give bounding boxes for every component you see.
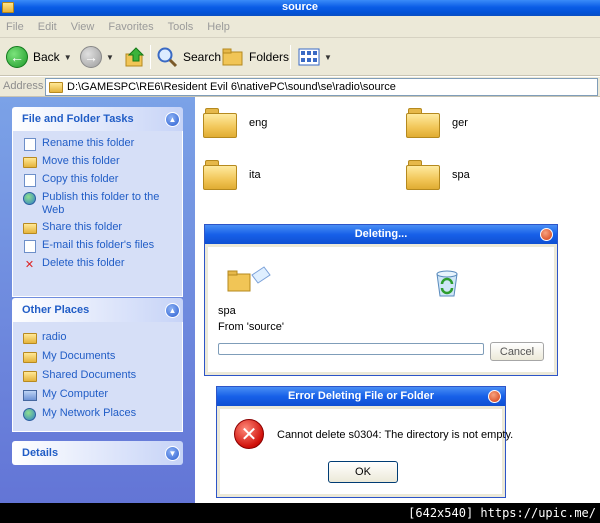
menu-help[interactable]: Help (207, 21, 230, 33)
close-icon[interactable] (540, 228, 553, 241)
folders-button[interactable]: Folders (222, 38, 289, 76)
forward-arrow-icon: → (80, 46, 102, 68)
error-icon: ✕ (234, 419, 264, 449)
close-icon[interactable] (488, 390, 501, 403)
back-arrow-icon: ← (6, 46, 28, 68)
task-move-folder[interactable]: Move this folder (22, 155, 176, 169)
copy-icon (22, 173, 37, 187)
folder-icon (22, 369, 37, 383)
views-icon (298, 48, 320, 66)
up-folder-button[interactable] (124, 38, 146, 76)
task-delete-folder[interactable]: ✕ Delete this folder (22, 257, 176, 271)
task-email-files[interactable]: E-mail this folder's files (22, 239, 176, 253)
task-pane: File and Folder Tasks ▲ Rename this fold… (0, 97, 195, 503)
dialog-title-bar[interactable]: Deleting... (205, 225, 557, 244)
window-title: source (281, 1, 319, 13)
collapse-icon[interactable]: ▲ (165, 302, 180, 318)
folder-icon (203, 108, 237, 138)
menu-tools[interactable]: Tools (168, 21, 194, 33)
publish-icon (22, 191, 37, 205)
email-icon (22, 239, 37, 253)
address-path: D:\GAMESPC\RE6\Resident Evil 6\nativePC\… (67, 81, 396, 93)
chevron-down-icon[interactable]: ▼ (106, 53, 114, 62)
ok-button[interactable]: OK (328, 461, 398, 483)
place-my-computer[interactable]: My Computer (22, 388, 176, 402)
folders-icon (222, 48, 243, 66)
folder-icon (49, 81, 63, 93)
panel-header[interactable]: File and Folder Tasks ▲ (12, 107, 183, 131)
address-label: Address (3, 80, 44, 92)
collapse-icon[interactable]: ▲ (165, 111, 180, 127)
flying-folder-icon (227, 266, 271, 292)
file-folder-tasks-panel: File and Folder Tasks ▲ Rename this fold… (12, 107, 183, 297)
place-shared-documents[interactable]: Shared Documents (22, 369, 176, 383)
folder-icon (22, 331, 37, 345)
address-input[interactable]: D:\GAMESPC\RE6\Resident Evil 6\nativePC\… (45, 78, 598, 96)
chevron-down-icon[interactable]: ▼ (64, 53, 72, 62)
deleting-source: From 'source' (218, 321, 284, 333)
share-icon (22, 221, 37, 235)
folder-ger[interactable]: ger (406, 108, 468, 138)
other-places-panel: Other Places ▲ radio My Documents Shared… (12, 298, 183, 432)
place-my-network-places[interactable]: My Network Places (22, 407, 176, 421)
watermark-text: [642x540] https://upic.me/ (408, 506, 596, 520)
menu-view[interactable]: View (71, 21, 95, 33)
folder-icon (406, 108, 440, 138)
move-icon (22, 155, 37, 169)
deleting-item-name: spa (218, 305, 236, 317)
back-button[interactable]: ← Back ▼ (6, 38, 72, 76)
network-icon (22, 407, 37, 421)
menu-favorites[interactable]: Favorites (108, 21, 153, 33)
task-rename-folder[interactable]: Rename this folder (22, 137, 176, 151)
panel-header[interactable]: Other Places ▲ (12, 298, 183, 322)
menu-edit[interactable]: Edit (38, 21, 57, 33)
computer-icon (22, 388, 37, 402)
error-dialog: Error Deleting File or Folder ✕ Cannot d… (216, 386, 513, 498)
toolbar: ← Back ▼ → ▼ Search Folders ▼ (0, 38, 600, 76)
recycle-bin-icon (436, 270, 458, 297)
folder-spa[interactable]: spa (406, 160, 470, 190)
up-folder-icon (125, 47, 145, 67)
task-publish-folder[interactable]: Publish this folder to the Web (22, 191, 176, 217)
error-message: Cannot delete s0304: The directory is no… (277, 429, 514, 441)
title-bar[interactable]: source (0, 0, 600, 16)
chevron-down-icon[interactable]: ▼ (324, 53, 332, 62)
views-button[interactable]: ▼ (298, 38, 332, 76)
place-my-documents[interactable]: My Documents (22, 350, 176, 364)
task-share-folder[interactable]: Share this folder (22, 221, 176, 235)
deleting-dialog: Deleting... spa From 'source' Cancel (204, 224, 558, 376)
forward-button[interactable]: → ▼ (80, 38, 114, 76)
address-bar: Address D:\GAMESPC\RE6\Resident Evil 6\n… (0, 77, 600, 97)
delete-progress-bar (218, 343, 484, 355)
menu-file[interactable]: File (6, 21, 24, 33)
explorer-window: source File Edit View Favorites Tools He… (0, 0, 600, 503)
dialog-title-bar[interactable]: Error Deleting File or Folder (217, 387, 505, 406)
place-radio[interactable]: radio (22, 331, 176, 345)
rename-icon (22, 137, 37, 151)
watermark-strip: [642x540] https://upic.me/ (0, 503, 600, 523)
menu-bar: File Edit View Favorites Tools Help (0, 16, 600, 38)
details-panel: Details ▼ (12, 441, 183, 465)
task-copy-folder[interactable]: Copy this folder (22, 173, 176, 187)
panel-header[interactable]: Details ▼ (12, 441, 183, 465)
delete-icon: ✕ (24, 258, 35, 271)
expand-icon[interactable]: ▼ (165, 445, 180, 461)
search-button[interactable]: Search (156, 38, 221, 76)
search-icon (157, 47, 178, 68)
cancel-button[interactable]: Cancel (490, 342, 544, 361)
folder-icon (406, 160, 440, 190)
folder-icon (203, 160, 237, 190)
folder-icon (22, 350, 37, 364)
folder-ita[interactable]: ita (203, 160, 261, 190)
folder-eng[interactable]: eng (203, 108, 267, 138)
